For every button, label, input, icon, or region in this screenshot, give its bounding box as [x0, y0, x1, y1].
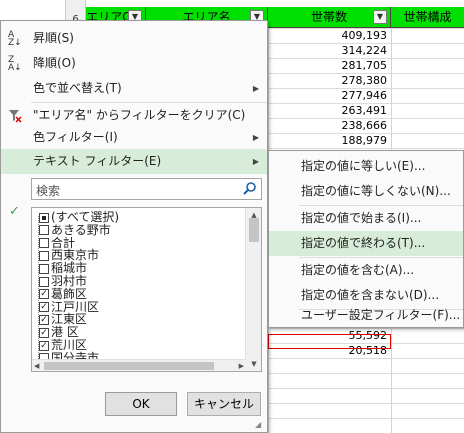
sort-az-icon: A Z↓ — [8, 30, 22, 48]
search-icon — [242, 181, 258, 197]
filter-list-item[interactable]: ✓ 葛飾区 — [39, 286, 88, 301]
scroll-thumb[interactable] — [249, 218, 259, 242]
scroll-right-icon[interactable]: ▶ — [239, 360, 244, 371]
filter-ends-with[interactable]: 指定の値で終わる(T)... — [269, 231, 463, 256]
sort-za-icon: Z A↓ — [8, 55, 22, 73]
scroll-thumb[interactable] — [44, 362, 214, 370]
filter-item-label: 葛飾区 — [51, 286, 88, 301]
checkbox[interactable] — [39, 212, 49, 223]
sort-ascending[interactable]: A Z↓ 昇順(S) — [1, 26, 267, 51]
resize-grip-icon[interactable]: ◢ — [255, 420, 265, 430]
scroll-left-icon[interactable]: ◀ — [34, 360, 39, 371]
filter-equals[interactable]: 指定の値に等しい(E)... — [269, 154, 463, 179]
submenu-arrow-icon: ▶ — [252, 157, 259, 166]
text-filter-submenu: 指定の値に等しい(E)... 指定の値に等しくない(N)... 指定の値で始まる… — [268, 150, 464, 328]
households-cell[interactable]: 188,979 — [268, 133, 390, 148]
filter-not-equals[interactable]: 指定の値に等しくない(N)... — [269, 179, 463, 204]
submenu-arrow-icon: ▶ — [252, 133, 259, 142]
checkbox[interactable] — [39, 250, 49, 261]
ok-button[interactable]: OK — [105, 392, 177, 416]
autofilter-menu: A Z↓ 昇順(S) Z A↓ 降順(O) 色で並べ替え(T) ▶ "エリア名" か… — [0, 20, 268, 433]
color-filter[interactable]: 色フィルター(I) ▶ — [1, 125, 267, 150]
households-cell[interactable]: 409,193 — [268, 28, 390, 43]
clear-filter-icon — [8, 109, 24, 125]
text-filter[interactable]: テキスト フィルター(E) ▶ — [1, 149, 267, 174]
filter-value-list[interactable]: (すべて選択) あきる野市 合計 西東京市 稲城市 羽村市 ✓ 葛飾区 ✓ 江戸川区 ✓ 江東区 ✓ 港 … — [31, 207, 262, 372]
check-icon: ✓ — [9, 204, 20, 219]
checkbox[interactable]: ✓ — [39, 340, 49, 351]
vertical-scrollbar[interactable]: ▲ ▼ — [245, 208, 261, 371]
sort-descending[interactable]: Z A↓ 降順(O) — [1, 51, 267, 76]
submenu-arrow-icon: ▶ — [252, 84, 259, 93]
households-cell[interactable]: 281,705 — [268, 58, 390, 73]
header-households[interactable]: 世帯数 ▼ — [268, 7, 391, 28]
checkbox[interactable]: ✓ — [39, 289, 49, 300]
filter-contains[interactable]: 指定の値を含む(A)... — [269, 258, 463, 283]
filter-begins-with[interactable]: 指定の値で始まる(I)... — [269, 206, 463, 231]
scroll-down-icon[interactable]: ▼ — [246, 357, 261, 371]
cancel-button[interactable]: キャンセル — [187, 392, 261, 416]
horizontal-scrollbar[interactable]: ◀ ▶ — [32, 359, 246, 371]
households-cell[interactable]: 278,380 — [268, 73, 390, 88]
checkbox[interactable] — [39, 225, 49, 236]
households-cell[interactable]: 238,666 — [268, 118, 390, 133]
checkbox[interactable] — [39, 276, 49, 287]
households-cell[interactable]: 277,946 — [268, 88, 390, 103]
custom-filter[interactable]: ユーザー設定フィルター(F)... — [269, 303, 463, 328]
checkbox[interactable]: ✓ — [39, 314, 49, 325]
sort-by-color[interactable]: 色で並べ替え(T) ▶ — [1, 76, 267, 101]
selected-cell-border — [268, 334, 391, 349]
search-input[interactable]: 検索 — [31, 178, 262, 200]
checkbox[interactable] — [39, 263, 49, 274]
filter-item-label: あきる野市 — [51, 222, 111, 237]
checkbox[interactable]: ✓ — [39, 302, 49, 313]
checkbox[interactable] — [39, 238, 49, 249]
checkbox[interactable]: ✓ — [39, 327, 49, 338]
households-cell[interactable]: 314,224 — [268, 43, 390, 58]
header-household-composition[interactable]: 世帯構成 — [391, 7, 464, 28]
households-cell[interactable]: 263,491 — [268, 103, 390, 118]
filter-dropdown-button[interactable]: ▼ — [373, 10, 387, 24]
filter-list-item[interactable]: あきる野市 — [39, 222, 111, 237]
